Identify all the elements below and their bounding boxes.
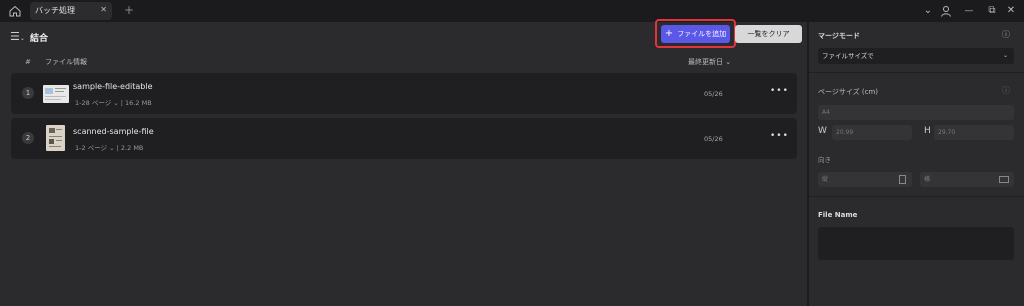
title-bar: バッチ処理 ✕ + ⌄ — ⧉ ✕ [0,0,1024,22]
restore-icon[interactable]: — [962,4,976,18]
add-files-label: ファイルを追加 [677,30,727,38]
tab-label: バッチ処理 [35,6,75,15]
column-number: # [25,58,31,66]
main-panel: ☰⌄ 結合 # ファイル情報 最終更新日 ⌄ 1 sample-file-edi… [0,22,807,306]
maximize-icon[interactable]: ⧉ [985,4,999,18]
table-row[interactable]: 1 sample-file-editable 1-28 ページ ⌄ | 16.2… [11,73,797,114]
page-range-select[interactable]: 1-28 ページ ⌄ [75,99,119,107]
chevron-down-icon: ⌄ [1002,52,1008,59]
width-value: 20.99 [836,129,854,136]
landscape-button: 横 [920,172,1014,187]
file-thumbnail [43,85,69,103]
more-options-icon[interactable]: ••• [770,86,789,96]
settings-panel: マージモード ⓘ ファイルサイズで ⌄ ページサイズ (cm) ⓘ A4 W 2… [809,22,1024,306]
page-title: 結合 [30,34,49,44]
file-name-input[interactable] [818,227,1014,260]
page-size-select: A4 [818,105,1014,120]
merge-mode-value: ファイルサイズで [822,52,874,60]
home-icon[interactable] [8,4,22,18]
tab-batch[interactable]: バッチ処理 ✕ [30,2,112,20]
portrait-icon [899,175,906,184]
height-label: H [924,126,931,136]
divider [809,196,1024,197]
person-icon[interactable] [939,4,953,18]
file-meta: 1-28 ページ ⌄ | 16.2 MB [75,97,152,107]
table-row[interactable]: 2 scanned-sample-file 1-2 ページ ⌄ | 2.2 MB… [11,118,797,159]
merge-mode-label: マージモード [818,32,860,40]
plus-icon: + [664,28,674,39]
add-tab-button[interactable]: + [124,3,134,17]
portrait-label: 縦 [822,176,829,183]
height-input: 29.70 [934,125,1014,140]
row-index: 1 [22,87,34,99]
clear-list-button[interactable]: 一覧をクリア [735,25,802,43]
column-file-info: ファイル情報 [45,58,87,66]
page-size-label: ページサイズ (cm) [818,88,879,96]
divider [809,72,1024,73]
portrait-button: 縦 [818,172,912,187]
landscape-label: 横 [924,176,931,183]
file-name-label: File Name [818,211,858,219]
file-thumbnail [46,125,65,151]
info-icon[interactable]: ⓘ [1002,29,1010,40]
info-icon: ⓘ [1002,86,1010,95]
file-meta: 1-2 ページ ⌄ | 2.2 MB [75,142,143,152]
column-last-updated[interactable]: 最終更新日 ⌄ [688,57,731,67]
page-size-value: A4 [822,109,830,116]
page-range-select[interactable]: 1-2 ページ ⌄ [75,144,115,152]
file-size: 16.2 MB [125,99,152,107]
more-options-icon[interactable]: ••• [770,131,789,141]
file-size: 2.2 MB [120,144,144,152]
chevron-down-icon[interactable]: ⌄ [921,4,935,18]
close-window-icon[interactable]: ✕ [1004,4,1018,18]
file-name: sample-file-editable [73,82,153,91]
close-icon[interactable]: ✕ [100,5,107,14]
menu-icon[interactable]: ☰⌄ [10,30,25,43]
file-date: 05/26 [704,135,723,143]
height-value: 29.70 [938,129,956,136]
merge-mode-select[interactable]: ファイルサイズで ⌄ [818,48,1014,64]
width-input: 20.99 [832,125,912,140]
file-name: scanned-sample-file [73,127,154,136]
orientation-label: 向き [818,156,831,164]
row-index: 2 [22,132,34,144]
landscape-icon [999,176,1009,183]
width-label: W [818,126,827,136]
file-date: 05/26 [704,90,723,98]
add-files-button[interactable]: + ファイルを追加 [661,25,730,43]
